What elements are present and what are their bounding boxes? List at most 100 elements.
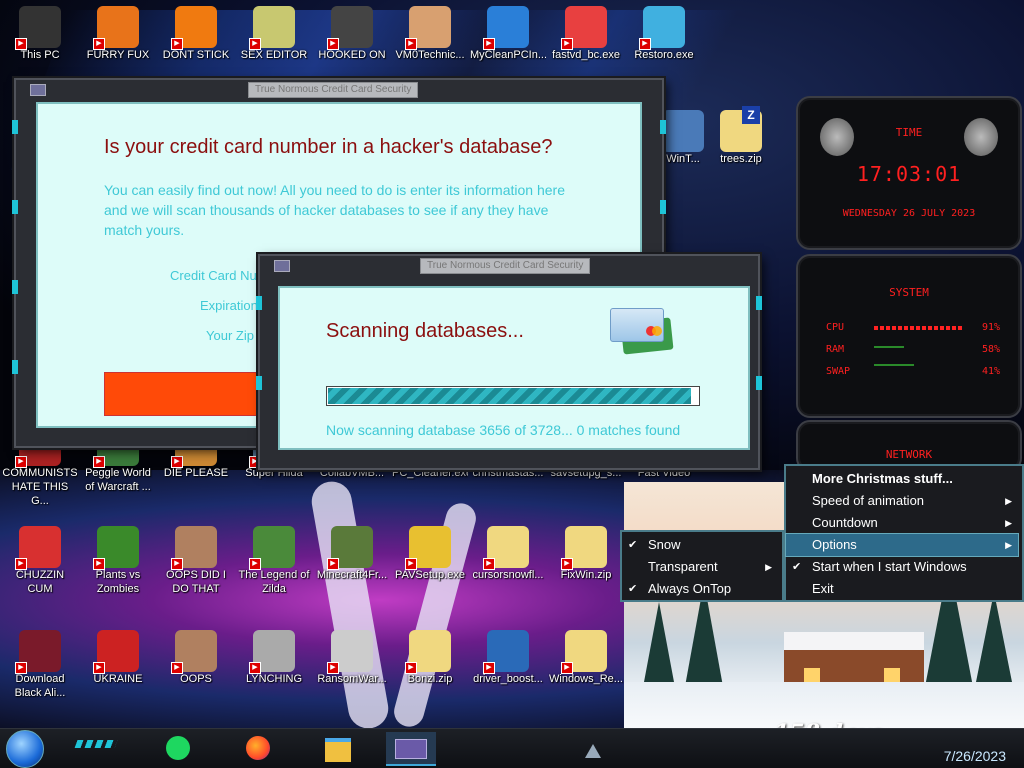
shortcut-arrow-icon: ▶ xyxy=(15,38,27,50)
credit-card-app-icon xyxy=(395,739,427,759)
menu-item[interactable]: ✔ Snow xyxy=(622,534,778,556)
frame-accent xyxy=(12,200,18,214)
desktop-icon[interactable]: ▶ SEX EDITOR xyxy=(236,6,312,62)
desktop-icon[interactable]: ▶ cursorsnowfl... xyxy=(470,526,546,582)
page-title: Is your credit card number in a hacker's… xyxy=(104,136,553,158)
menu-item[interactable]: More Christmas stuff... xyxy=(786,468,1018,490)
desktop-icon-label: COMMUNISTS HATE THIS G... xyxy=(2,467,78,507)
scanning-heading: Scanning databases... xyxy=(326,320,524,342)
desktop-icon[interactable]: ▶ DONT STICK xyxy=(158,6,234,62)
menu-item[interactable]: Speed of animation ▶ xyxy=(786,490,1018,512)
shortcut-arrow-icon: ▶ xyxy=(405,558,417,570)
file-explorer-icon xyxy=(325,738,351,762)
desktop-icon[interactable]: ▶ PAVSetup.exe xyxy=(392,526,468,582)
desktop-icon-label: fastvd_bc.exe xyxy=(552,49,620,61)
application-icon: ▶ xyxy=(249,6,295,50)
desktop-icon[interactable]: ▶ CHUZZIN CUM xyxy=(2,526,78,596)
cpu-value: 91% xyxy=(981,322,1000,333)
shortcut-arrow-icon: ▶ xyxy=(561,38,573,50)
desktop-icon-label: VM0Technic... xyxy=(395,49,465,61)
desktop-icon[interactable]: ▶ UKRAINE xyxy=(80,630,156,686)
shortcut-arrow-icon: ▶ xyxy=(171,558,183,570)
desktop-icon[interactable]: ▶ OOPS DID I DO THAT xyxy=(158,526,234,596)
desktop-icon[interactable]: ▶ OOPS xyxy=(158,630,234,686)
frame-accent xyxy=(12,360,18,374)
desktop-icon[interactable]: ▶ FixWin.zip xyxy=(548,526,624,582)
checkmark-icon: ✔ xyxy=(628,539,638,551)
time-widget-title: TIME xyxy=(895,126,923,139)
scan-progress-fill xyxy=(328,388,691,404)
desktop-icon[interactable]: Z trees.zip xyxy=(703,106,779,166)
taskbar-active-app-button[interactable] xyxy=(386,732,436,766)
pine-tree-icon xyxy=(644,602,674,682)
desktop-icon[interactable]: ▶ RansomWar... xyxy=(314,630,390,686)
frame-accent xyxy=(256,296,262,310)
desktop-icon-label: Minecraft4Fr... xyxy=(316,569,388,581)
taskbar-firefox-button[interactable] xyxy=(238,732,278,764)
window-content: Scanning databases... Now scanning datab… xyxy=(278,286,750,450)
desktop-icon[interactable]: ▶ HOOKED ON xyxy=(314,6,390,62)
scan-status-text: Now scanning database 3656 of 3728... 0 … xyxy=(326,422,681,438)
frame-accent xyxy=(660,200,666,214)
menu-item[interactable]: ✔ Always OnTop xyxy=(622,578,778,600)
start-button[interactable] xyxy=(6,730,44,768)
window-title: True Normous Credit Card Security xyxy=(420,258,591,274)
menu-item-label: More Christmas stuff... xyxy=(812,471,953,486)
checkmark-icon: ✔ xyxy=(792,561,802,573)
taskbar-date: 7/26/2023 xyxy=(943,748,1006,764)
desktop-icon[interactable]: ▶ Windows_Re... xyxy=(548,630,624,686)
clock-date: WEDNESDAY 26 JULY 2023 xyxy=(842,208,976,219)
desktop-icon[interactable]: ▶ This PC xyxy=(2,6,78,62)
desktop-icon[interactable]: ▶ fastvd_bc.exe xyxy=(548,6,624,62)
desktop-icon[interactable]: ▶ The Legend of Zilda xyxy=(236,526,312,596)
submenu-arrow-icon: ▶ xyxy=(1005,540,1012,550)
options-submenu: ✔ Snow Transparent ▶ ✔ Always OnTop xyxy=(620,530,784,602)
swap-label: SWAP xyxy=(826,366,851,377)
desktop-icon[interactable]: ▶ MyCleanPCIn... xyxy=(470,6,546,62)
desktop-icon-label: cursorsnowfl... xyxy=(472,569,544,581)
taskbar-explorer-button[interactable] xyxy=(318,732,358,764)
desktop-icon-label: LYNCHING xyxy=(245,673,303,685)
menu-item[interactable]: Transparent ▶ xyxy=(622,556,778,578)
shortcut-arrow-icon: ▶ xyxy=(93,456,105,468)
application-icon: ▶ xyxy=(15,6,61,50)
desktop-icon[interactable]: ▶ LYNCHING xyxy=(236,630,312,686)
desktop-icon[interactable]: ▶ driver_boost... xyxy=(470,630,546,686)
network-widget-title: NETWORK xyxy=(885,448,933,461)
shortcut-arrow-icon: ▶ xyxy=(93,662,105,674)
desktop-icon[interactable]: ▶ Download Black Ali... xyxy=(2,630,78,700)
menu-item[interactable]: Countdown ▶ xyxy=(786,512,1018,534)
swap-value: 41% xyxy=(981,366,1000,377)
shortcut-arrow-icon: ▶ xyxy=(561,558,573,570)
taskbar-spotify-button[interactable] xyxy=(158,732,198,764)
application-icon: ▶ xyxy=(93,6,139,50)
ram-value: 58% xyxy=(981,344,1000,355)
title-bar[interactable]: True Normous Credit Card Security xyxy=(260,256,758,276)
application-icon: ▶ xyxy=(15,630,61,674)
desktop-icon-label: Plants vs Zombies xyxy=(95,569,141,595)
menu-item[interactable]: Exit xyxy=(786,578,1018,600)
submit-button[interactable] xyxy=(104,372,266,416)
desktop-icon[interactable]: ▶ Bonzi.zip xyxy=(392,630,468,686)
submenu-arrow-icon: ▶ xyxy=(1005,518,1012,528)
submenu-arrow-icon: ▶ xyxy=(765,562,772,572)
time-widget[interactable]: TIME 17:03:01 WEDNESDAY 26 JULY 2023 xyxy=(796,96,1022,250)
taskbar xyxy=(0,728,1024,768)
desktop-icon-label: UKRAINE xyxy=(93,673,143,685)
application-icon xyxy=(662,110,704,152)
desktop-icon[interactable]: ▶ Minecraft4Fr... xyxy=(314,526,390,582)
title-bar[interactable]: True Normous Credit Card Security xyxy=(16,80,662,100)
menu-item[interactable]: ✔ Start when I start Windows xyxy=(786,556,1018,578)
desktop-icon-label: OOPS xyxy=(180,673,212,685)
desktop-icon[interactable]: ▶ FURRY FUX xyxy=(80,6,156,62)
menu-item[interactable]: Options ▶ xyxy=(785,533,1019,557)
application-icon: ▶ xyxy=(483,6,529,50)
desktop-icon-label: This PC xyxy=(20,49,60,61)
system-widget[interactable]: SYSTEM CPU 91% RAM 58% SWAP 41% xyxy=(796,254,1022,418)
pine-tree-icon xyxy=(974,592,1014,692)
desktop-icon[interactable]: ▶ Restoro.exe xyxy=(626,6,702,62)
application-icon: ▶ xyxy=(405,630,451,674)
desktop-icon[interactable]: ▶ Plants vs Zombies xyxy=(80,526,156,596)
desktop-icon[interactable]: ▶ VM0Technic... xyxy=(392,6,468,62)
shortcut-arrow-icon: ▶ xyxy=(483,662,495,674)
